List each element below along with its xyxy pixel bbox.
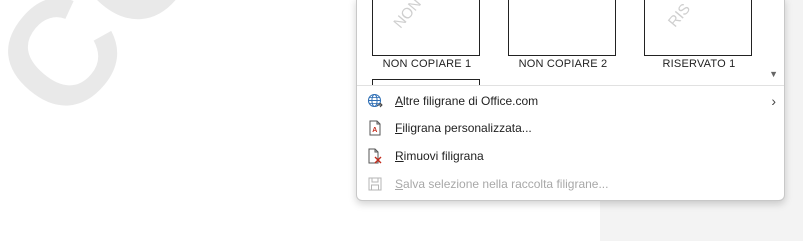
remove-watermark-icon	[357, 148, 393, 164]
menu-item-more-watermarks[interactable]: Altre filigrane di Office.com ›	[357, 87, 784, 115]
menu-item-label: Filigrana personalizzata...	[395, 121, 532, 135]
watermark-thumbnail: RIS	[644, 0, 752, 56]
watermark-gallery: NON NON COPIARE 1 NON COPIARE 2 RIS RISE…	[357, 0, 784, 85]
watermark-tile-riservato-1[interactable]: RIS RISERVATO 1	[639, 0, 755, 73]
scroll-down-icon[interactable]: ▼	[769, 69, 778, 79]
watermark-tile-label: NON COPIARE 1	[382, 58, 472, 70]
document-watermark-icon: A	[357, 120, 393, 136]
menu-item-custom-watermark[interactable]: A Filigrana personalizzata...	[357, 114, 784, 142]
watermark-tile-label: NON COPIARE 2	[518, 58, 608, 70]
watermark-tile-non-copiare-1[interactable]: NON NON COPIARE 1	[367, 0, 483, 73]
thumbnail-watermark-text: NON	[390, 0, 425, 32]
thumbnail-watermark-text: RIS	[664, 0, 695, 31]
globe-icon	[357, 93, 393, 109]
svg-text:A: A	[372, 127, 377, 134]
watermark-thumbnail	[508, 0, 616, 56]
menu-item-label: Altre filigrane di Office.com	[395, 94, 539, 108]
menu-divider	[357, 85, 784, 86]
watermark-tile-label: RISERVATO 1	[662, 58, 736, 70]
chevron-right-icon: ›	[771, 93, 776, 109]
watermark-thumbnail: NON	[372, 0, 480, 56]
menu-item-save-to-gallery: Salva selezione nella raccolta filigrane…	[357, 170, 784, 198]
menu-item-remove-watermark[interactable]: Rimuovi filigrana	[357, 142, 784, 170]
save-to-gallery-icon	[357, 176, 393, 192]
menu-item-label: Salva selezione nella raccolta filigrane…	[395, 177, 609, 191]
watermark-dropdown: NON NON COPIARE 1 NON COPIARE 2 RIS RISE…	[356, 0, 785, 201]
menu-item-label: Rimuovi filigrana	[395, 149, 484, 163]
watermark-tile-non-copiare-2[interactable]: NON COPIARE 2	[503, 0, 619, 73]
